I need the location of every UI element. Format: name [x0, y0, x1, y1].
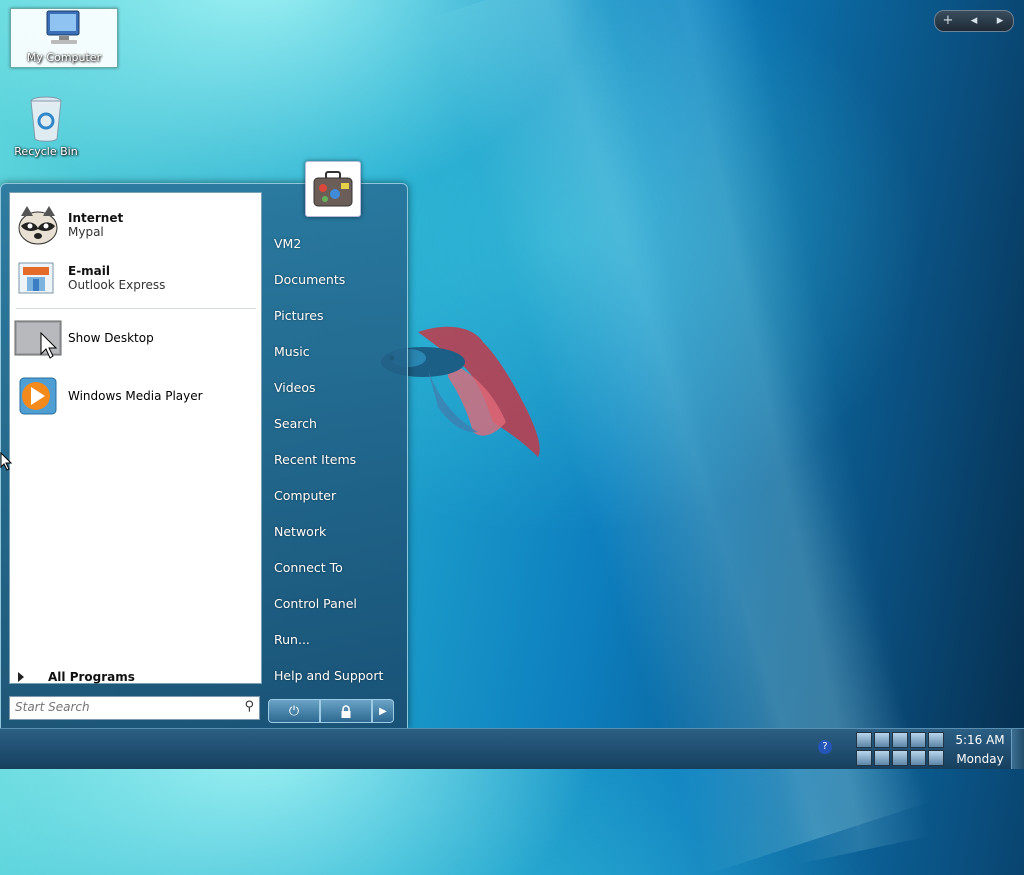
start-menu-separator — [16, 308, 256, 309]
taskbar: ? 5:16 AM Monday — [0, 728, 1024, 769]
power-options-arrow-button[interactable]: ▶ — [372, 699, 394, 723]
tray-app-icon[interactable] — [892, 732, 908, 748]
desktop-icon-label: My Computer — [26, 51, 102, 64]
start-right-item-search[interactable]: Search — [274, 416, 317, 431]
triangle-right-icon — [18, 672, 24, 682]
all-programs-button[interactable]: All Programs — [18, 670, 135, 684]
clock-time: 5:16 AM — [955, 733, 1005, 747]
start-right-item-help-and-support[interactable]: Help and Support — [274, 668, 383, 683]
outlook-express-icon — [18, 262, 54, 294]
desktop-icon-my-computer[interactable]: My Computer — [10, 8, 118, 68]
tray-app-icon[interactable] — [910, 750, 926, 766]
start-right-item-vm2[interactable]: VM2 — [274, 236, 301, 251]
start-item-title: Windows Media Player — [68, 389, 203, 403]
start-item-subtitle: Mypal — [68, 225, 104, 239]
start-item-internet[interactable]: Internet Mypal — [14, 201, 258, 249]
suitcase-icon — [313, 171, 353, 207]
power-button[interactable]: ⏻ — [268, 699, 320, 723]
all-programs-label: All Programs — [48, 670, 135, 684]
tray-app-icon[interactable] — [928, 732, 944, 748]
chevron-right-icon: ▶ — [379, 705, 387, 717]
start-right-item-videos[interactable]: Videos — [274, 380, 316, 395]
mouse-cursor-icon — [40, 332, 58, 359]
tray-app-icon[interactable] — [928, 750, 944, 766]
power-controls: ⏻ ▶ — [268, 699, 394, 723]
next-gadget-button[interactable]: ▸ — [988, 12, 1012, 30]
start-right-item-control-panel[interactable]: Control Panel — [274, 596, 357, 611]
start-right-item-network[interactable]: Network — [274, 524, 326, 539]
start-item-title: Show Desktop — [68, 331, 154, 345]
start-right-item-connect-to[interactable]: Connect To — [274, 560, 343, 575]
start-right-item-pictures[interactable]: Pictures — [274, 308, 324, 323]
power-icon: ⏻ — [288, 703, 300, 719]
start-search-box[interactable]: ⚲ — [9, 696, 260, 720]
lock-icon — [341, 704, 351, 718]
computer-icon — [46, 10, 80, 44]
start-right-item-run[interactable]: Run... — [274, 632, 310, 647]
raccoon-browser-icon — [18, 206, 58, 245]
desktop-icon-recycle-bin[interactable]: Recycle Bin — [0, 95, 98, 158]
sidebar-gadget-controls: + ◂ ▸ — [934, 10, 1014, 32]
tray-app-icon[interactable] — [874, 732, 890, 748]
clock-day: Monday — [956, 752, 1004, 766]
taskbar-clock[interactable]: 5:16 AM Monday — [950, 731, 1010, 769]
prev-gadget-button[interactable]: ◂ — [962, 12, 986, 30]
start-item-title: Internet — [68, 211, 124, 225]
tray-app-icon[interactable] — [856, 750, 872, 766]
tray-app-icon[interactable] — [874, 750, 890, 766]
start-item-windows-media-player[interactable]: Windows Media Player — [14, 372, 258, 420]
tray-app-icon[interactable] — [910, 732, 926, 748]
mouse-cursor-icon — [0, 452, 12, 471]
search-icon[interactable]: ⚲ — [244, 699, 254, 714]
start-right-item-recent-items[interactable]: Recent Items — [274, 452, 356, 467]
tray-app-icon[interactable] — [856, 732, 872, 748]
recycle-bin-icon — [30, 96, 62, 142]
add-gadget-button[interactable]: + — [936, 12, 960, 30]
start-item-email[interactable]: E-mail Outlook Express — [14, 254, 258, 302]
system-tray — [856, 732, 946, 766]
desktop-icon-label: Recycle Bin — [14, 145, 78, 158]
lock-button[interactable] — [320, 699, 372, 723]
start-right-item-documents[interactable]: Documents — [274, 272, 345, 287]
media-player-icon — [19, 377, 57, 415]
start-search-input[interactable] — [10, 697, 235, 717]
start-item-title: E-mail — [68, 264, 111, 278]
start-item-subtitle: Outlook Express — [68, 278, 166, 292]
help-icon[interactable]: ? — [818, 740, 832, 754]
user-account-picture[interactable] — [305, 161, 361, 217]
show-desktop-button[interactable] — [1011, 729, 1024, 769]
start-menu-programs-pane: Internet Mypal E-mail Outlook Express Sh… — [9, 192, 262, 684]
start-right-item-music[interactable]: Music — [274, 344, 310, 359]
tray-app-icon[interactable] — [892, 750, 908, 766]
start-right-item-computer[interactable]: Computer — [274, 488, 336, 503]
